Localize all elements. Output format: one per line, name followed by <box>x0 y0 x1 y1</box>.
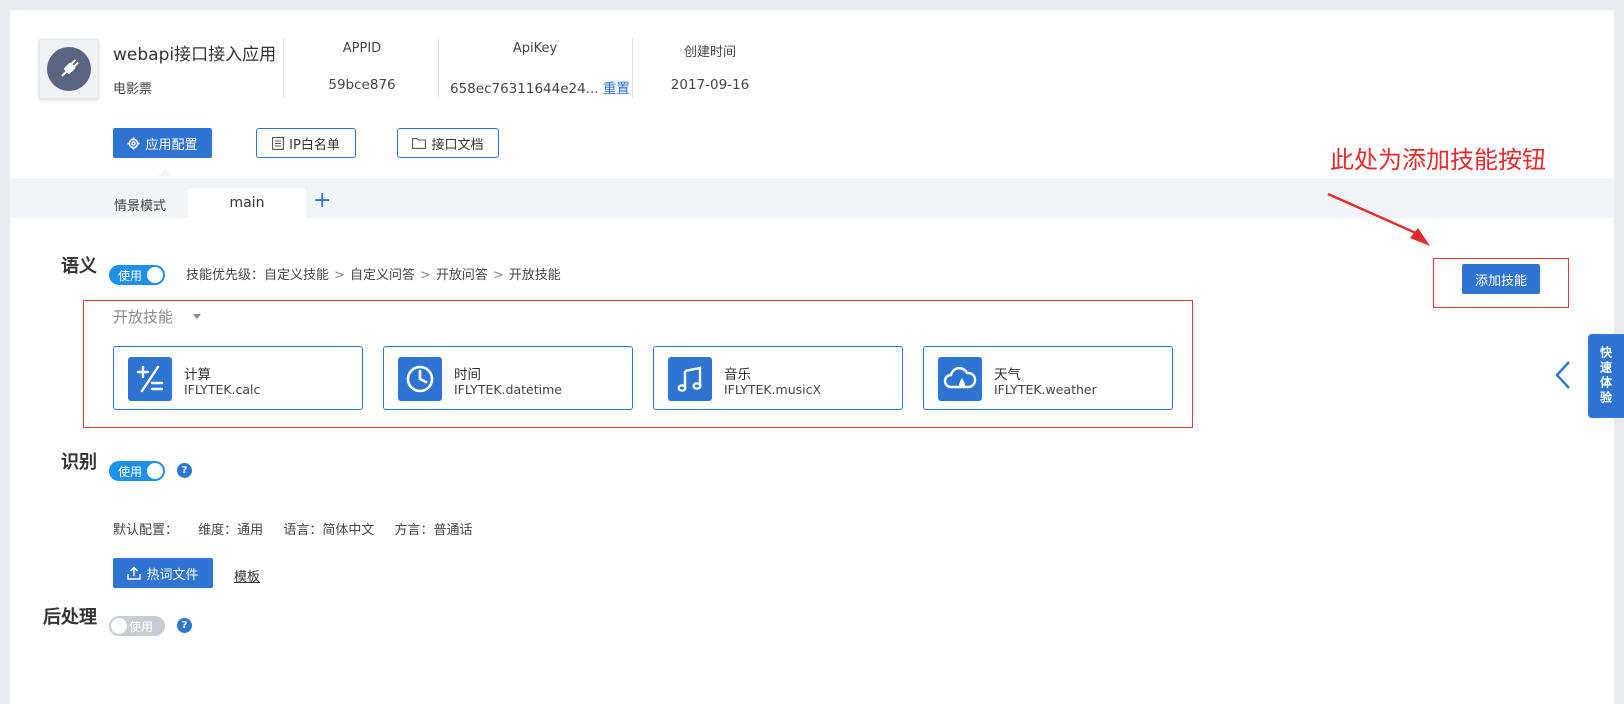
skill-code: IFLYTEK.datetime <box>454 382 562 397</box>
skill-type-dropdown[interactable]: 开放技能 <box>113 306 202 327</box>
annotation-text: 此处为添加技能按钮 <box>1330 146 1546 174</box>
app-config-button[interactable]: 应用配置 <box>113 128 212 158</box>
main-panel: webapi接口接入应用 电影票 APPID 59bce876 ApiKey 6… <box>10 10 1614 704</box>
skill-priority: 技能优先级：自定义技能 > 自定义问答 > 开放问答 > 开放技能 <box>186 264 561 283</box>
skill-card-weather[interactable]: 天气 IFLYTEK.weather <box>923 346 1173 410</box>
recognition-title: 识别 <box>61 452 97 473</box>
skill-name: 计算 <box>184 367 211 383</box>
dialect-value: 方言：普通话 <box>394 523 473 538</box>
appid-label: APPID <box>342 41 382 56</box>
skill-code: IFLYTEK.musicX <box>724 382 822 397</box>
list-doc-icon <box>272 136 285 150</box>
reset-apikey-link[interactable]: 重置 <box>603 81 630 97</box>
appid-value: 59bce876 <box>328 77 396 93</box>
gear-icon <box>127 136 141 150</box>
priority-item: 自定义技能 <box>264 268 330 283</box>
hotword-file-label: 热词文件 <box>146 567 199 583</box>
tab-main[interactable]: main <box>188 188 306 218</box>
dimension-value: 维度：通用 <box>198 523 264 538</box>
skill-name: 天气 <box>994 367 1021 383</box>
toggle-knob <box>111 618 127 634</box>
help-icon[interactable]: ? <box>177 463 192 478</box>
created-label: 创建时间 <box>683 45 736 60</box>
ip-whitelist-label: IP白名单 <box>289 137 340 153</box>
skill-code: IFLYTEK.calc <box>184 382 261 397</box>
skill-code: IFLYTEK.weather <box>994 382 1097 397</box>
semantic-toggle-label: 使用 <box>118 269 143 283</box>
skill-card-calc[interactable]: 计算 IFLYTEK.calc <box>113 346 363 410</box>
clock-icon <box>398 357 442 401</box>
annotation-arrow <box>1327 192 1430 246</box>
recognition-toggle[interactable]: 使用 <box>109 461 165 481</box>
quick-trial-tab[interactable]: 快速体验 <box>1588 334 1624 418</box>
dropdown-value: 开放技能 <box>113 308 174 326</box>
api-docs-button[interactable]: 接口文档 <box>397 128 499 158</box>
apikey-label: ApiKey <box>512 41 558 56</box>
created-value: 2017-09-16 <box>670 77 750 93</box>
postprocess-toggle[interactable]: 使用 <box>109 616 165 636</box>
priority-separator: > <box>419 268 431 283</box>
api-docs-label: 接口文档 <box>431 137 484 153</box>
skill-card-music[interactable]: 音乐 IFLYTEK.musicX <box>653 346 903 410</box>
header-divider <box>438 38 439 98</box>
app-name: webapi接口接入应用 <box>113 45 277 65</box>
postprocess-title: 后处理 <box>43 607 97 628</box>
priority-item: 开放技能 <box>508 268 561 283</box>
chevron-left-icon[interactable] <box>1554 360 1572 390</box>
postprocess-toggle-label: 使用 <box>129 620 154 634</box>
music-note-icon <box>668 357 712 401</box>
semantic-toggle[interactable]: 使用 <box>109 265 165 285</box>
help-icon[interactable]: ? <box>177 618 192 633</box>
plug-icon <box>61 59 79 77</box>
skill-name: 音乐 <box>724 367 751 383</box>
default-config-label: 默认配置： <box>113 523 179 538</box>
ip-whitelist-button[interactable]: IP白名单 <box>256 128 356 158</box>
semantic-title: 语义 <box>61 256 97 277</box>
template-link[interactable]: 模板 <box>234 566 260 585</box>
priority-separator: > <box>492 268 504 283</box>
apikey-value-row: 658ec76311644e24... 重置 <box>450 77 630 97</box>
default-config: 默认配置： 维度：通用 语言：简体中文 方言：普通话 <box>113 519 488 538</box>
calc-icon <box>128 357 172 401</box>
add-tab-button[interactable]: + <box>313 188 331 214</box>
app-avatar <box>39 39 99 99</box>
app-config-label: 应用配置 <box>145 137 198 153</box>
active-pointer <box>158 169 172 176</box>
apikey-value: 658ec76311644e24... <box>450 81 599 97</box>
toggle-knob <box>147 267 163 283</box>
priority-item: 开放问答 <box>435 268 488 283</box>
app-subtitle: 电影票 <box>113 82 153 97</box>
recognition-toggle-label: 使用 <box>118 465 143 479</box>
priority-item: 自定义问答 <box>349 268 415 283</box>
language-value: 语言：简体中文 <box>283 523 375 538</box>
priority-prefix: 技能优先级： <box>186 268 265 283</box>
annotation-highlight-box <box>1433 258 1569 308</box>
skill-name: 时间 <box>454 367 481 383</box>
toggle-knob <box>147 463 163 479</box>
cloud-icon <box>938 357 982 401</box>
skill-card-datetime[interactable]: 时间 IFLYTEK.datetime <box>383 346 633 410</box>
priority-separator: > <box>334 268 345 283</box>
scene-mode-label: 情景模式 <box>114 199 167 214</box>
caret-down-icon <box>193 314 202 319</box>
header-divider <box>283 38 284 98</box>
upload-icon <box>127 566 142 580</box>
hotword-file-button[interactable]: 热词文件 <box>113 558 213 588</box>
header-divider <box>632 38 633 98</box>
folder-icon <box>412 138 427 149</box>
